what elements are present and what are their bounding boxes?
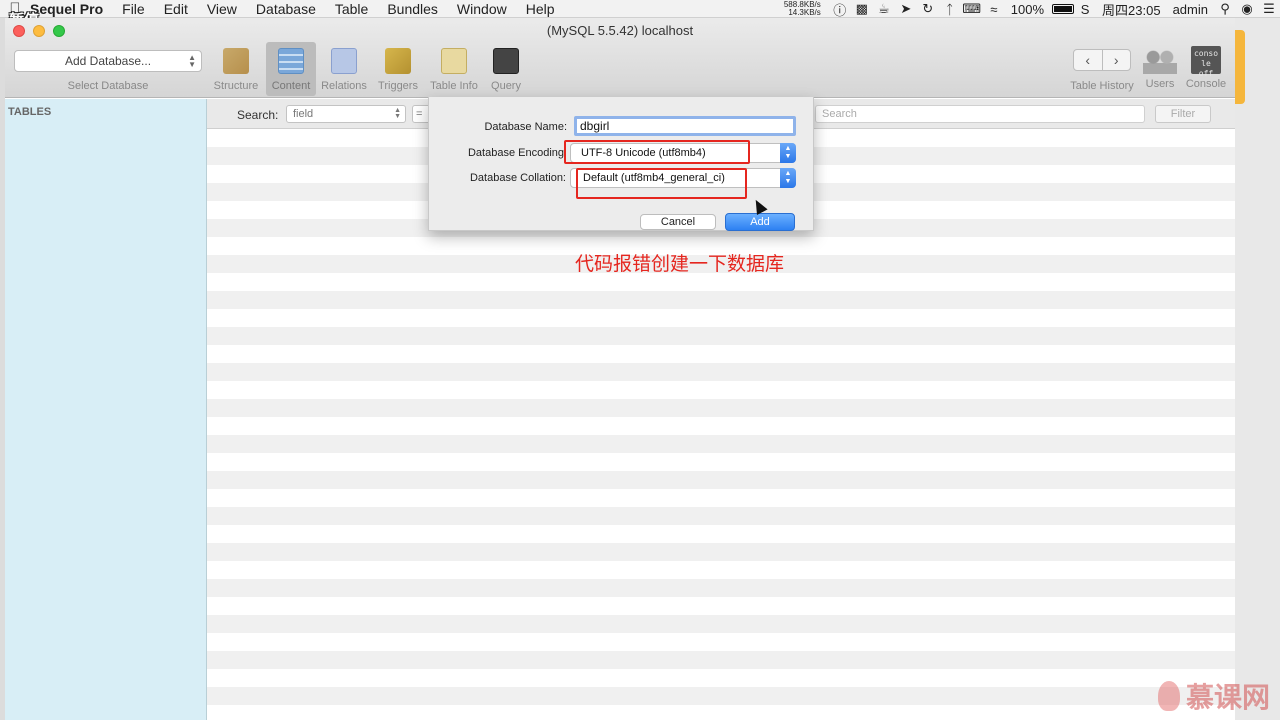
select-database-value: Add Database... bbox=[64, 54, 152, 68]
structure-icon bbox=[223, 48, 249, 74]
toolbar-users[interactable]: Users bbox=[1141, 42, 1179, 96]
toolbar-table-info-label: Table Info bbox=[430, 80, 478, 92]
database-encoding-label: Database Encoding bbox=[467, 147, 564, 159]
content-icon bbox=[278, 48, 304, 74]
menu-file[interactable]: File bbox=[122, 1, 145, 17]
console-icon-text: conso le off bbox=[1193, 49, 1219, 78]
menu-help[interactable]: Help bbox=[526, 1, 555, 17]
toolbar-table-history-label: Table History bbox=[1070, 80, 1134, 92]
select-database-popup[interactable]: Add Database... ▲ ▼ bbox=[14, 50, 202, 72]
battery-percent: 100% bbox=[1010, 1, 1045, 17]
window-toolbar: (MySQL 5.5.42) localhost Add Database...… bbox=[5, 18, 1235, 98]
sidebar-header: TABLES bbox=[8, 106, 52, 118]
dock-accent bbox=[1235, 30, 1245, 104]
bluetooth-icon[interactable]: ᛏ bbox=[939, 2, 961, 17]
toolbar-query-label: Query bbox=[491, 80, 521, 92]
spotlight-icon[interactable]: ⚲ bbox=[1214, 1, 1236, 17]
database-collation-label: Database Collation: bbox=[469, 172, 566, 184]
toolbar-query[interactable]: Query bbox=[485, 42, 527, 96]
filter-search-input[interactable]: Search bbox=[815, 105, 1145, 123]
relations-icon bbox=[331, 48, 357, 74]
sogou-icon[interactable]: S bbox=[1074, 2, 1096, 17]
toolbar-triggers[interactable]: Triggers bbox=[373, 42, 423, 96]
toolbar-console[interactable]: conso le off Console bbox=[1183, 42, 1229, 96]
menu-bundles[interactable]: Bundles bbox=[387, 1, 438, 17]
chevron-updown-icon: ▲ ▼ bbox=[394, 107, 401, 120]
history-nav: ‹ › bbox=[1073, 49, 1131, 71]
database-name-label: Database Name: bbox=[484, 121, 567, 133]
menu-window[interactable]: Window bbox=[457, 1, 507, 17]
tables-sidebar[interactable]: TABLES bbox=[5, 99, 207, 720]
send-icon[interactable]: ➤ bbox=[895, 1, 917, 17]
database-name-input[interactable]: dbgirl bbox=[574, 116, 796, 136]
search-label: Search: bbox=[237, 108, 279, 122]
time-machine-icon[interactable]: ↻ bbox=[917, 1, 939, 17]
history-back-icon[interactable]: ‹ bbox=[1074, 50, 1102, 70]
field-select-value: field bbox=[293, 108, 314, 120]
menu-edit[interactable]: Edit bbox=[164, 1, 188, 17]
battery-icon[interactable] bbox=[1052, 4, 1075, 14]
annotation-box-collation bbox=[576, 168, 747, 199]
menu-app-name[interactable]: Sequel Pro bbox=[30, 1, 103, 17]
toolbar-users-label: Users bbox=[1145, 78, 1175, 90]
notification-center-icon[interactable]: ☰ bbox=[1258, 1, 1280, 17]
display-icon[interactable]: ▩ bbox=[851, 1, 873, 17]
filter-button[interactable]: Filter bbox=[1155, 105, 1211, 123]
watermark: 慕课网 bbox=[1157, 676, 1270, 716]
terminal-icon bbox=[493, 48, 519, 74]
triggers-icon bbox=[385, 48, 411, 74]
annotation-note: 代码报错创建一下数据库 bbox=[575, 254, 785, 275]
desktop-edge bbox=[1235, 18, 1280, 720]
toolbar-triggers-label: Triggers bbox=[378, 80, 418, 92]
net-download-speed: 14.3KB/s bbox=[788, 8, 821, 17]
toolbar-table-info[interactable]: Table Info bbox=[426, 42, 482, 96]
menu-clock[interactable]: 周四23:05 bbox=[1102, 0, 1161, 19]
coffee-icon[interactable]: ☕ bbox=[873, 1, 895, 17]
chevron-updown-icon: ▲ ▼ bbox=[188, 53, 196, 69]
network-speed: 588.8KB/s 14.3KB/s bbox=[784, 1, 821, 17]
toolbar-console-label: Console bbox=[1185, 78, 1227, 90]
window-title: (MySQL 5.5.42) localhost bbox=[546, 23, 694, 38]
menu-table[interactable]: Table bbox=[335, 1, 368, 17]
add-button[interactable]: Add bbox=[725, 213, 795, 231]
menu-bar:  Sequel Pro File Edit View Database Tab… bbox=[0, 0, 1280, 18]
app-window: (MySQL 5.5.42) localhost Add Database...… bbox=[5, 18, 1235, 720]
chevron-updown-icon: ▲ ▼ bbox=[780, 143, 796, 163]
field-select[interactable]: field ▲ ▼ bbox=[286, 105, 406, 123]
toolbar-content[interactable]: Content bbox=[266, 42, 316, 96]
toolbar-relations-label: Relations bbox=[321, 80, 367, 92]
menu-view[interactable]: View bbox=[207, 1, 237, 17]
menu-extras: 588.8KB/s 14.3KB/s ⓘ ▩ ☕ ➤ ↻ ᛏ ⌨ ≈ 100% … bbox=[784, 0, 1280, 18]
toolbar-table-history[interactable]: Table History bbox=[1065, 80, 1139, 94]
annotation-box-encoding bbox=[564, 140, 750, 164]
menu-database[interactable]: Database bbox=[256, 1, 316, 17]
table-info-icon bbox=[441, 48, 467, 74]
keyboard-icon[interactable]: ⌨ bbox=[961, 1, 983, 17]
history-forward-icon[interactable]: › bbox=[1101, 50, 1131, 70]
menu-user[interactable]: admin bbox=[1173, 2, 1208, 17]
cancel-button[interactable]: Cancel bbox=[640, 214, 716, 230]
info-icon[interactable]: ⓘ bbox=[829, 0, 851, 19]
chevron-updown-icon: ▲ ▼ bbox=[780, 168, 796, 188]
flame-logo-icon bbox=[1157, 681, 1180, 711]
toolbar-content-label: Content bbox=[271, 80, 311, 92]
toolbar-relations[interactable]: Relations bbox=[318, 42, 370, 96]
watermark-text: 慕课网 bbox=[1185, 682, 1270, 713]
wifi-icon[interactable]: ≈ bbox=[983, 2, 1005, 17]
toolbar-structure-label: Structure bbox=[213, 80, 259, 92]
console-icon: conso le off bbox=[1191, 46, 1221, 78]
siri-icon[interactable]: ◉ bbox=[1236, 1, 1258, 17]
users-icon bbox=[1143, 46, 1177, 74]
select-database-caption: Select Database bbox=[67, 80, 149, 92]
toolbar-structure[interactable]: Structure bbox=[208, 42, 264, 96]
